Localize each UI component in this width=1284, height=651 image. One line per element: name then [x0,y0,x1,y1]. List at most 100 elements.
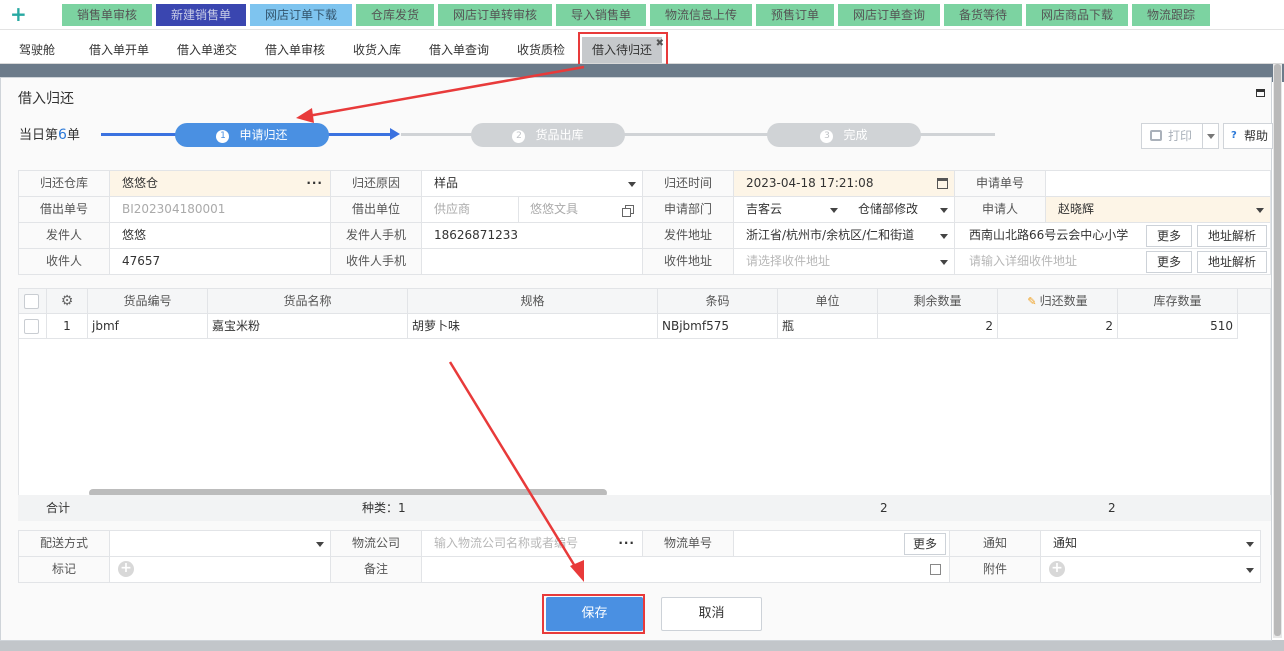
chevron-down-icon [1256,208,1264,213]
cancel-button[interactable]: 取消 [661,597,762,631]
header-unit: 单位 [778,289,878,314]
topbtn-goods-download[interactable]: 网店商品下载 [1026,4,1128,26]
sum-return: 2 [1108,501,1116,515]
maximize-icon[interactable] [1256,89,1265,97]
tab-cockpit[interactable]: 驾驶舱 [6,37,68,63]
help-button[interactable]: ? 帮助 [1223,123,1273,149]
tab-borrow-query[interactable]: 借入单查询 [418,37,500,63]
return-reason-label: 归还原因 [331,171,422,197]
recv-addr-parse-button[interactable]: 地址解析 [1197,251,1267,273]
return-reason-select[interactable]: 样品 [422,171,643,197]
topbtn-new-sales[interactable]: 新建销售单 [156,4,246,26]
tab-borrow-open[interactable]: 借入单开单 [78,37,160,63]
topbtn-order-download[interactable]: 网店订单下载 [250,4,352,26]
receiver-phone-field[interactable] [422,249,643,275]
topbtn-stock-wait[interactable]: 备货等待 [944,4,1022,26]
scrollbar-thumb[interactable] [1274,64,1281,636]
return-time-value: 2023-04-18 17:21:08 [746,176,874,190]
tab-receive-qc[interactable]: 收货质检 [506,37,576,63]
recv-addr-detail[interactable]: 请输入详细收件地址 更多 地址解析 [955,249,1271,275]
tab-receive-in[interactable]: 收货入库 [342,37,412,63]
topbtn-import-sales[interactable]: 导入销售单 [556,4,646,26]
notify-value: 通知 [1053,536,1078,550]
recv-addr-select[interactable]: 请选择收件地址 [734,249,955,275]
tracking-label: 物流单号 [643,531,734,557]
topbtn-order-to-review[interactable]: 网店订单转审核 [438,4,552,26]
recv-addr-detail-placeholder: 请输入详细收件地址 [969,254,1078,268]
notify-select[interactable]: 通知 [1041,531,1261,557]
day-suffix: 单 [66,128,80,143]
topbtn-presale[interactable]: 预售订单 [756,4,834,26]
tracking-field[interactable]: 更多 [734,531,950,557]
apply-dept-company[interactable]: 吉客云 [746,197,782,222]
send-addr-more-button[interactable]: 更多 [1146,225,1192,247]
print-label: 打印 [1168,129,1193,143]
topbtn-warehouse-ship[interactable]: 仓库发货 [356,4,434,26]
tab-borrow-review[interactable]: 借入单审核 [254,37,336,63]
return-time-field[interactable]: 2023-04-18 17:21:08 [734,171,955,197]
add-tag-icon[interactable]: + [118,561,134,577]
step-goods-out: 2 货品出库 [471,123,625,147]
items-table: ⚙ 货品编号 货品名称 规格 条码 单位 剩余数量 ✎ 归还数量 库存数量 1 j… [18,288,1271,516]
page-scrollbar[interactable] [1273,64,1282,638]
cell-spec: 胡萝卜味 [408,314,658,339]
return-wh-field[interactable]: 悠悠仓 ··· [110,171,331,197]
printer-icon [1150,130,1162,141]
copy-icon[interactable] [622,205,634,217]
apply-dept-field[interactable]: 吉客云 仓储部修改 [734,197,955,223]
chevron-down-icon [316,542,324,547]
send-addr-detail-value: 西南山北路66号云会中心小学 [969,228,1129,242]
cell-stock: 510 [1118,314,1238,339]
select-all-checkbox[interactable] [24,294,39,309]
topbtn-logistics-upload[interactable]: 物流信息上传 [650,4,752,26]
topbtn-order-query[interactable]: 网店订单查询 [838,4,940,26]
chevron-down-icon [940,208,948,213]
print-dropdown[interactable] [1202,124,1219,148]
print-button[interactable]: 打印 [1141,123,1219,149]
receiver-field[interactable]: 47657 [110,249,331,275]
header-filler [1238,289,1270,314]
tab-borrow-submit[interactable]: 借入单递交 [166,37,248,63]
header-return-qty-label: 归还数量 [1039,294,1088,308]
calendar-icon[interactable] [937,178,948,189]
header-code: 货品编号 [88,289,208,314]
topbtn-logistics-track[interactable]: 物流跟踪 [1132,4,1210,26]
add-icon[interactable]: + [10,4,27,24]
gear-icon[interactable]: ⚙ [47,289,87,313]
send-addr-select[interactable]: 浙江省/杭州市/余杭区/仁和街道 [734,223,955,249]
header-stock: 库存数量 [1118,289,1238,314]
cell-return-qty[interactable]: 2 [998,314,1118,339]
return-reason-value: 样品 [434,176,459,190]
sender-phone-field[interactable]: 18626871233 [422,223,643,249]
help-label: 帮助 [1244,129,1269,143]
remark-field[interactable] [422,557,950,583]
tag-label: 标记 [19,557,110,583]
apply-no-field[interactable] [1046,171,1271,197]
send-addr-parse-button[interactable]: 地址解析 [1197,225,1267,247]
send-addr-detail[interactable]: 西南山北路66号云会中心小学 更多 地址解析 [955,223,1271,249]
sum-kinds: 种类：1 [362,501,406,515]
logistics-co-field[interactable]: 输入物流公司名称或者编号 ··· [422,531,643,557]
topbtn-sales-review[interactable]: 销售单审核 [62,4,152,26]
cell-remain: 2 [878,314,998,339]
attach-field[interactable]: + [1041,557,1261,583]
step-number: 3 [820,130,834,143]
apply-dept-name[interactable]: 仓储部修改 [858,197,918,222]
step-arrow-icon [390,128,400,140]
ship-select[interactable] [110,531,331,557]
edit-icon[interactable] [930,564,941,575]
sender-phone-label: 发件人手机 [331,223,422,249]
applicant-select[interactable]: 赵晓辉 [1046,197,1271,223]
send-addr-value: 浙江省/杭州市/余杭区/仁和街道 [746,228,915,242]
header-form: 归还仓库 悠悠仓 ··· 归还原因 样品 归还时间 2023-04-18 17:2… [18,170,1271,275]
sender-field[interactable]: 悠悠 [110,223,331,249]
row-checkbox[interactable] [24,319,39,334]
recv-addr-more-button[interactable]: 更多 [1146,251,1192,273]
tracking-more-button[interactable]: 更多 [904,533,946,555]
tag-field[interactable]: + [110,557,331,583]
more-icon[interactable]: ··· [618,531,635,556]
more-icon[interactable]: ··· [306,171,323,196]
add-attachment-icon[interactable]: + [1049,561,1065,577]
attach-label: 附件 [950,557,1041,583]
header-name: 货品名称 [208,289,408,314]
